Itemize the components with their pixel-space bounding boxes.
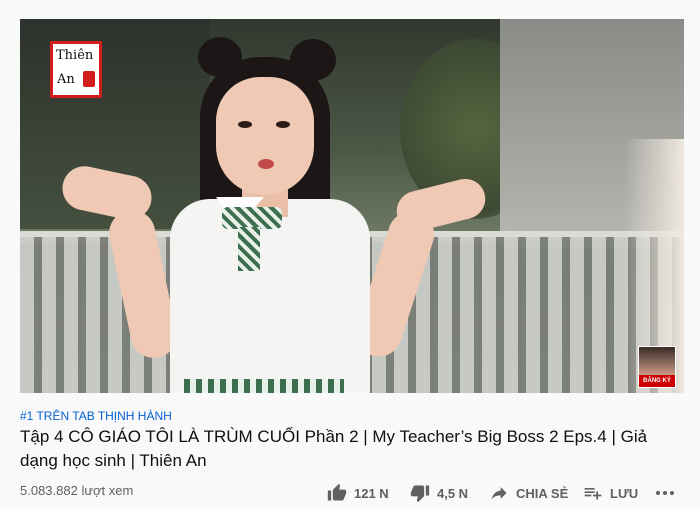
more-dot: [670, 491, 674, 495]
mouth: [258, 159, 274, 169]
thumb-up-icon: [326, 483, 348, 503]
share-label: CHIA SẺ: [516, 485, 569, 501]
subscribe-watermark[interactable]: ĐĂNG KÝ: [638, 346, 676, 388]
subscribe-label: ĐĂNG KÝ: [639, 375, 675, 387]
playlist-add-icon: [582, 483, 604, 503]
right-eye: [276, 121, 290, 128]
trending-badge[interactable]: #1 TRÊN TAB THỊNH HÀNH: [20, 409, 172, 423]
right-hand: [392, 174, 490, 236]
logo-text-line1: Thiên: [56, 48, 94, 63]
channel-logo: Thiên An: [50, 41, 102, 98]
video-frame-person: [20, 19, 684, 393]
face: [216, 77, 314, 195]
share-arrow-icon: [488, 483, 510, 503]
plaid-tie: [238, 227, 260, 271]
dislike-button[interactable]: 4,5 N: [409, 483, 468, 503]
like-button[interactable]: 121 N: [326, 483, 389, 503]
more-actions-button[interactable]: [656, 485, 678, 501]
left-hand: [58, 162, 156, 224]
logo-text-line2: An: [57, 72, 75, 87]
video-title: Tập 4 CÔ GIÁO TÔI LÀ TRÙM CUỐI Phần 2 | …: [20, 427, 648, 470]
dislike-count: 4,5 N: [437, 485, 469, 501]
plaid-skirt: [184, 379, 344, 393]
save-button[interactable]: LƯU: [582, 483, 638, 503]
view-count: 5.083.882 lượt xem: [20, 483, 134, 498]
more-dot: [663, 491, 667, 495]
more-horizontal-icon: [656, 491, 660, 495]
video-player[interactable]: Thiên An ĐĂNG KÝ: [20, 19, 684, 393]
plaid-bow: [222, 207, 282, 229]
thumb-down-icon: [409, 483, 431, 503]
logo-seal: [83, 71, 95, 87]
left-eye: [238, 121, 252, 128]
channel-avatar: [639, 347, 675, 375]
save-label: LƯU: [610, 485, 639, 501]
share-button[interactable]: CHIA SẺ: [488, 483, 568, 503]
like-count: 121 N: [354, 485, 389, 501]
